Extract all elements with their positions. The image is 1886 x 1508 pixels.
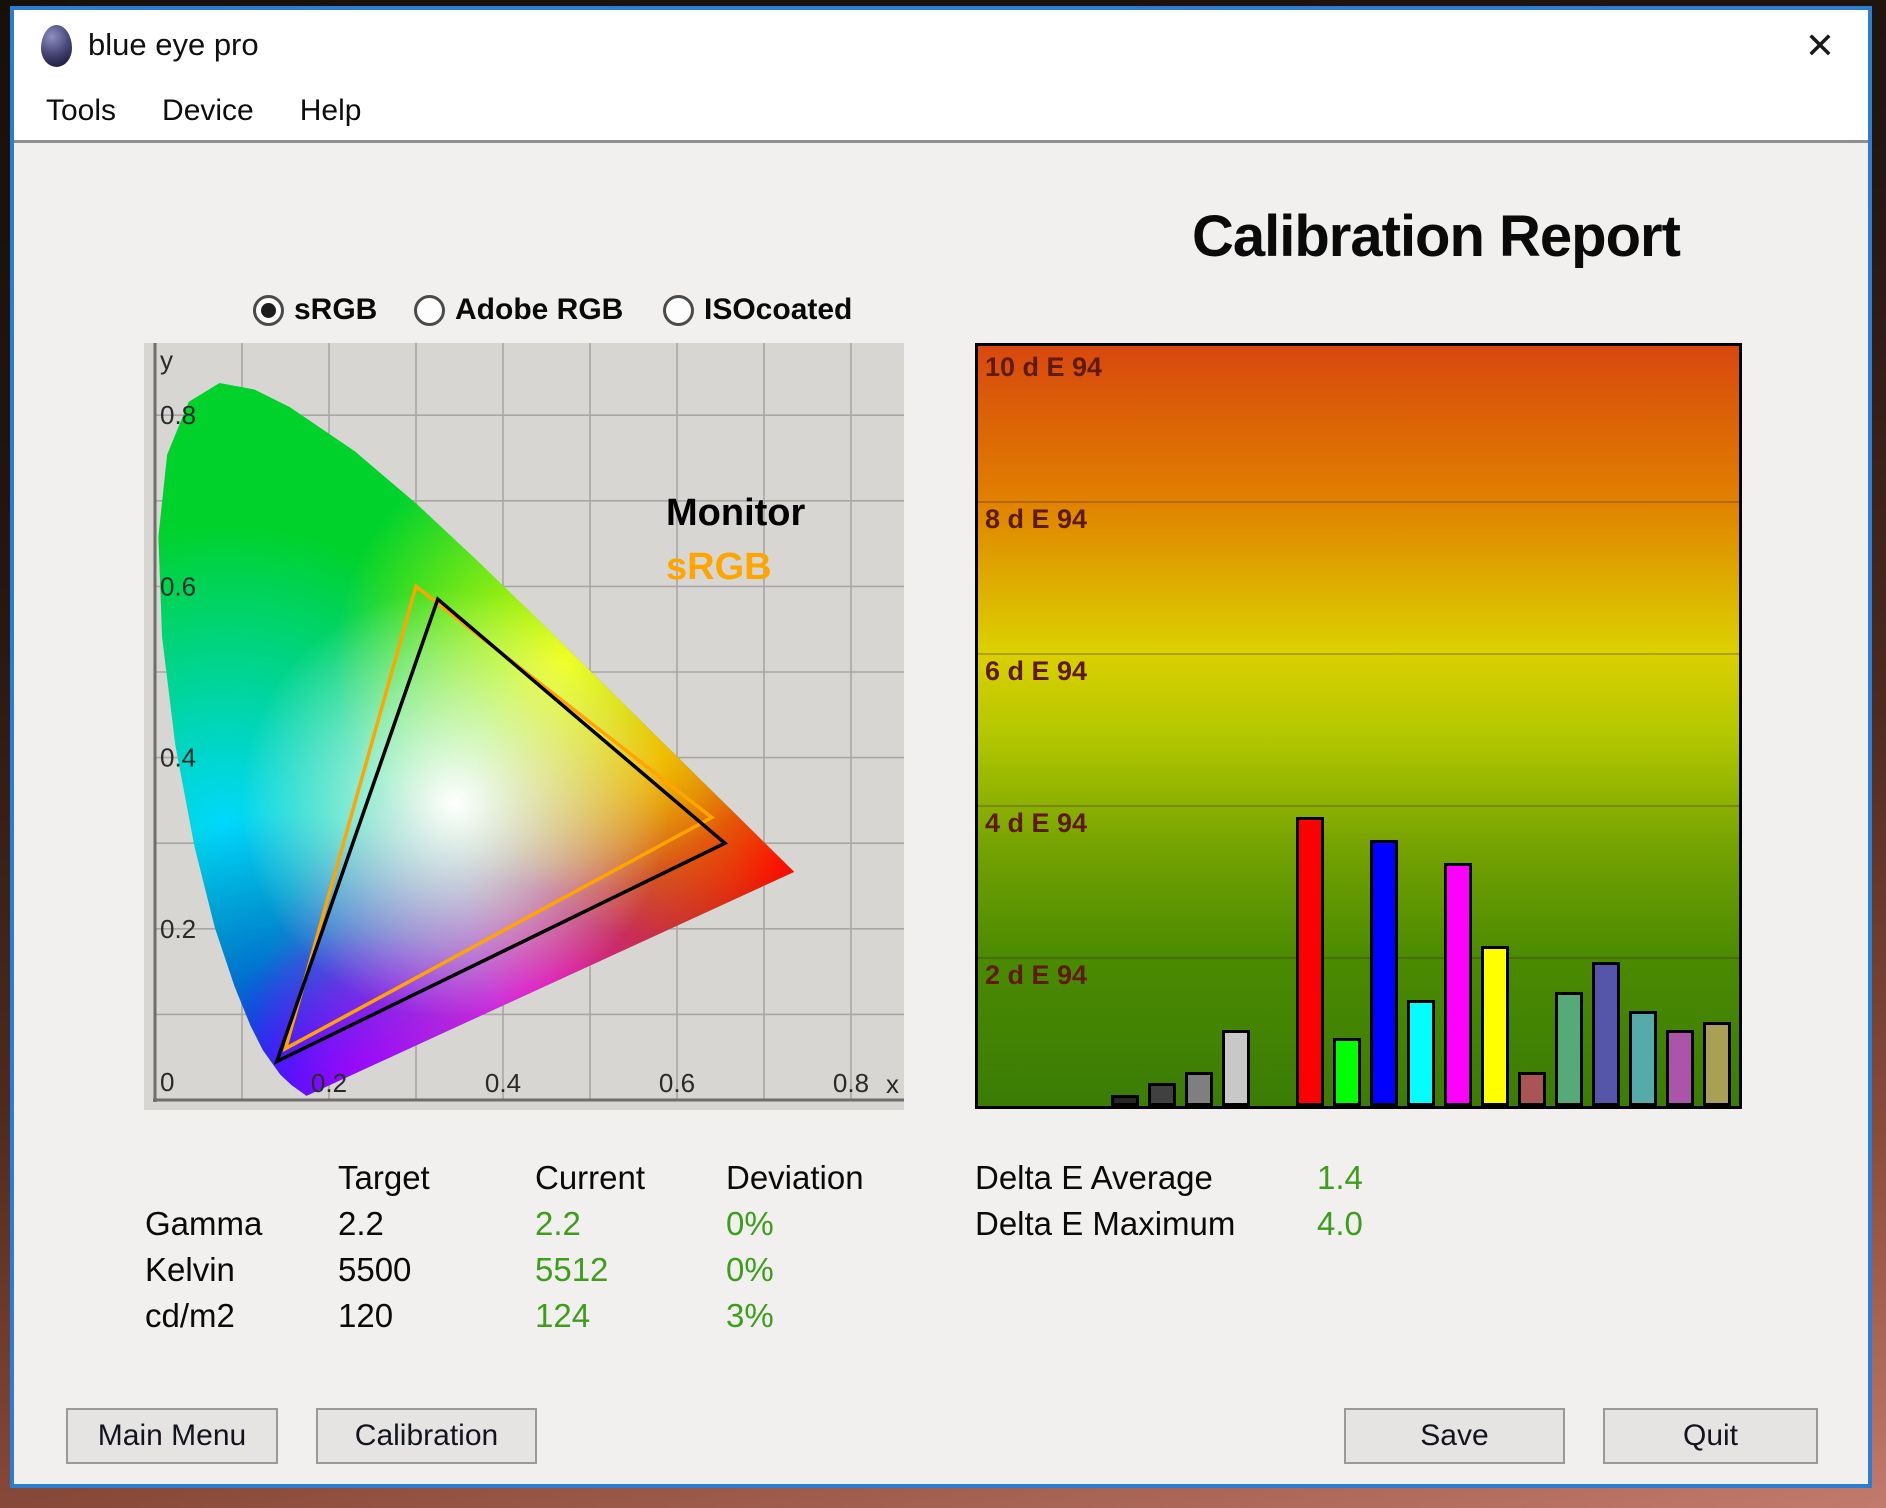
gridline-label-10de: 10 d E 94: [985, 352, 1102, 383]
svg-text:Monitor: Monitor: [666, 492, 806, 534]
title-bar: blue eye pro ✕: [14, 10, 1868, 82]
menu-item-tools[interactable]: Tools: [46, 94, 116, 128]
spectral-locus-shape: [144, 343, 904, 1110]
gridline-2de: [978, 957, 1739, 959]
bar-dark-khaki: [1703, 1022, 1731, 1106]
radio-srgb[interactable]: sRGB: [253, 293, 377, 327]
stats-corner: [145, 1155, 338, 1201]
bar-dark-gray: [1148, 1083, 1176, 1106]
stats-current-value: 5512: [535, 1247, 726, 1293]
gridline-4de: [978, 805, 1739, 807]
delta-e-maximum-label: Delta E Maximum: [975, 1201, 1317, 1247]
stats-deviation-value: 0%: [726, 1247, 901, 1293]
radio-unselected-icon: [414, 295, 445, 326]
radio-selected-icon: [253, 295, 284, 326]
menu-bar: Tools Device Help: [14, 82, 1868, 140]
bar-sea-green: [1555, 992, 1583, 1106]
svg-text:0.2: 0.2: [160, 914, 196, 944]
delta-e-maximum-value: 4.0: [1317, 1201, 1537, 1247]
quit-button[interactable]: Quit: [1603, 1408, 1818, 1464]
bar-orchid: [1666, 1030, 1694, 1106]
calibration-button[interactable]: Calibration: [316, 1408, 537, 1464]
svg-text:0.6: 0.6: [160, 571, 196, 601]
save-button[interactable]: Save: [1344, 1408, 1565, 1464]
stats-target-value: 2.2: [338, 1201, 535, 1247]
svg-text:x: x: [886, 1069, 899, 1099]
radio-adobe-rgb[interactable]: Adobe RGB: [414, 293, 623, 327]
bar-cadet-blue: [1629, 1011, 1657, 1106]
cie-chromaticity-chart: 0 0.2 0.4 0.6 0.8 0.2 0.4 0.6 0.8 y x Monitor sRGB: [144, 343, 904, 1110]
bar-silver: [1222, 1030, 1250, 1106]
bar-indian-red: [1518, 1072, 1546, 1106]
calibration-stats-table: TargetCurrentDeviationGamma2.22.20%Kelvi…: [145, 1155, 901, 1339]
gridline-label-2de: 2 d E 94: [985, 960, 1087, 991]
svg-text:0.6: 0.6: [659, 1068, 695, 1098]
stats-header-deviation: Deviation: [726, 1155, 901, 1201]
stats-header-target: Target: [338, 1155, 535, 1201]
menu-item-device[interactable]: Device: [162, 94, 254, 128]
gridline-label-8de: 8 d E 94: [985, 504, 1087, 535]
gridline-label-4de: 4 d E 94: [985, 808, 1087, 839]
svg-text:0: 0: [160, 1067, 174, 1097]
bar-magenta: [1444, 863, 1472, 1106]
bar-yellow: [1481, 946, 1509, 1106]
stats-target-value: 5500: [338, 1247, 535, 1293]
stats-row-label: Kelvin: [145, 1247, 338, 1293]
client-area: Calibration Report sRGB Adobe RGB ISOcoate…: [14, 140, 1868, 1484]
stats-deviation-value: 0%: [726, 1201, 901, 1247]
close-icon[interactable]: ✕: [1796, 22, 1844, 70]
delta-e-bar-chart: 10 d E 94 8 d E 94 6 d E 94 4 d E 94 2 d E 9…: [975, 343, 1742, 1109]
radio-label: sRGB: [294, 293, 377, 327]
gridline-label-6de: 6 d E 94: [985, 656, 1087, 687]
svg-text:y: y: [160, 345, 173, 375]
report-title: Calibration Report: [1192, 203, 1842, 270]
delta-e-summary: Delta E Average 1.4 Delta E Maximum 4.0: [975, 1155, 1537, 1247]
svg-text:sRGB: sRGB: [666, 546, 772, 588]
gridline-8de: [978, 501, 1739, 503]
delta-e-average-label: Delta E Average: [975, 1155, 1317, 1201]
svg-text:0.2: 0.2: [311, 1068, 347, 1098]
stats-header-current: Current: [535, 1155, 726, 1201]
radio-unselected-icon: [663, 295, 694, 326]
window-title: blue eye pro: [88, 27, 259, 63]
bar-green: [1333, 1038, 1361, 1106]
stats-row-label: Gamma: [145, 1201, 338, 1247]
radio-label: Adobe RGB: [455, 293, 623, 327]
svg-text:0.4: 0.4: [485, 1068, 521, 1098]
bar-gray: [1185, 1072, 1213, 1106]
radio-label: ISOcoated: [704, 293, 852, 327]
bar-cyan: [1407, 1000, 1435, 1106]
radio-isocoated[interactable]: ISOcoated: [663, 293, 852, 327]
delta-e-average-value: 1.4: [1317, 1155, 1537, 1201]
stats-current-value: 2.2: [535, 1201, 726, 1247]
app-icon: [41, 25, 72, 67]
app-window: blue eye pro ✕ Tools Device Help Calibrati…: [10, 6, 1872, 1488]
svg-text:0.8: 0.8: [833, 1068, 869, 1098]
svg-text:0.8: 0.8: [160, 400, 196, 430]
stats-target-value: 120: [338, 1293, 535, 1339]
bar-black: [1111, 1095, 1139, 1106]
stats-current-value: 124: [535, 1293, 726, 1339]
stats-row-label: cd/m2: [145, 1293, 338, 1339]
menu-item-help[interactable]: Help: [300, 94, 362, 128]
stats-deviation-value: 3%: [726, 1293, 901, 1339]
bar-red: [1296, 817, 1324, 1106]
main-menu-button[interactable]: Main Menu: [66, 1408, 278, 1464]
svg-text:0.4: 0.4: [160, 743, 196, 773]
gridline-6de: [978, 653, 1739, 655]
bar-slate-blue: [1592, 962, 1620, 1106]
bar-blue: [1370, 840, 1398, 1106]
